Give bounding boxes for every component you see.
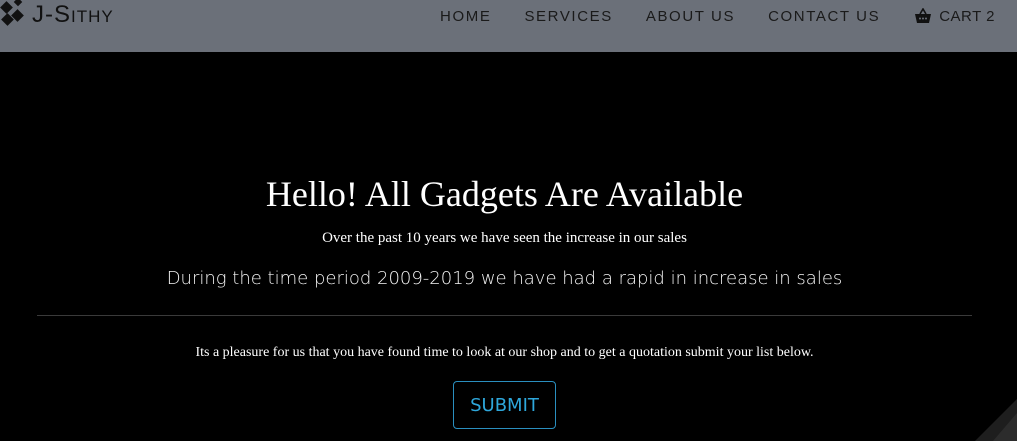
nav-home[interactable]: HOME	[440, 8, 491, 25]
nav-cart[interactable]: CART 2	[914, 8, 995, 25]
brand-name: J-Sithy	[32, 1, 114, 28]
corner-decoration	[975, 399, 1017, 441]
hero-title: Hello! All Gadgets Are Available	[265, 174, 744, 214]
navbar: J-Sithy HOME SERVICES ABOUT US CONTACT U…	[0, 0, 1017, 52]
nav-services[interactable]: SERVICES	[524, 8, 612, 25]
hero-lead-text: During the time period 2009-2019 we have…	[166, 268, 843, 289]
nav-about-us[interactable]: ABOUT US	[646, 8, 735, 25]
brand-logo[interactable]: J-Sithy	[0, 0, 114, 33]
hero-subtitle: Over the past 10 years we have seen the …	[322, 230, 687, 246]
submit-button[interactable]: SUBMIT	[453, 381, 556, 429]
divider	[37, 315, 972, 316]
basket-icon	[915, 8, 932, 23]
cart-label: CART 2	[939, 7, 995, 25]
quotation-note: Its a pleasure for us that you have foun…	[195, 345, 814, 360]
logo-icon	[0, 0, 24, 26]
main-nav: HOME SERVICES ABOUT US CONTACT US CART 2	[407, 0, 995, 32]
nav-contact-us[interactable]: CONTACT US	[768, 8, 880, 25]
hero-section: Hello! All Gadgets Are Available Over th…	[0, 52, 1017, 441]
